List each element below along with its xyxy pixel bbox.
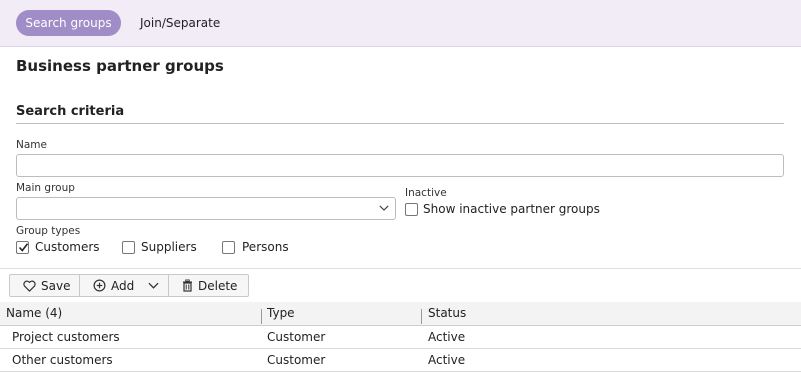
column-resize-handle[interactable] (421, 309, 422, 324)
persons-label: Persons (242, 240, 289, 254)
cell-type: Customer (267, 353, 326, 367)
cell-name: Other customers (12, 353, 113, 367)
main-group-label: Main group (16, 182, 75, 194)
show-inactive-label: Show inactive partner groups (423, 202, 600, 216)
main-group-select[interactable] (16, 197, 396, 220)
top-tab-bar: Search groups Join/Separate (0, 0, 801, 47)
table-row[interactable]: Project customers Customer Active (0, 326, 801, 349)
column-resize-handle[interactable] (261, 309, 262, 324)
suppliers-label: Suppliers (141, 240, 197, 254)
chevron-down-icon[interactable] (148, 282, 159, 289)
inactive-label: Inactive (405, 187, 447, 199)
column-header-name[interactable]: Name (4) (6, 306, 62, 320)
persons-checkbox[interactable] (222, 241, 235, 254)
show-inactive-checkbox[interactable] (405, 203, 418, 216)
table-header: Name (4) Type Status (0, 302, 801, 326)
plus-circle-icon (93, 279, 106, 292)
customers-label: Customers (35, 240, 100, 254)
search-criteria-title: Search criteria (16, 104, 125, 119)
group-types-label: Group types (16, 225, 81, 237)
page-title: Business partner groups (16, 57, 224, 75)
save-label: Save (41, 278, 71, 293)
cell-status: Active (428, 330, 466, 344)
tab-join-separate[interactable]: Join/Separate (140, 10, 220, 36)
heart-icon (23, 280, 36, 292)
section-divider (16, 123, 784, 124)
name-label: Name (16, 139, 47, 151)
table-row[interactable]: Other customers Customer Active (0, 349, 801, 372)
delete-button[interactable]: Delete (169, 275, 248, 296)
chevron-down-icon (379, 205, 389, 211)
cell-status: Active (428, 353, 466, 367)
checkmark-icon (18, 243, 29, 252)
column-header-type[interactable]: Type (267, 306, 295, 320)
column-header-status[interactable]: Status (428, 306, 466, 320)
trash-icon (183, 279, 192, 292)
cell-type: Customer (267, 330, 326, 344)
save-button[interactable]: Save (10, 275, 80, 296)
suppliers-checkbox[interactable] (122, 241, 135, 254)
delete-label: Delete (198, 278, 238, 293)
add-label: Add (111, 278, 135, 293)
name-input[interactable] (16, 154, 784, 177)
tab-search-groups[interactable]: Search groups (16, 10, 121, 36)
form-divider (0, 268, 801, 269)
customers-checkbox[interactable] (16, 241, 29, 254)
cell-name: Project customers (12, 330, 120, 344)
action-toolbar: Save Add Delete (9, 274, 249, 297)
add-button[interactable]: Add (80, 275, 169, 296)
